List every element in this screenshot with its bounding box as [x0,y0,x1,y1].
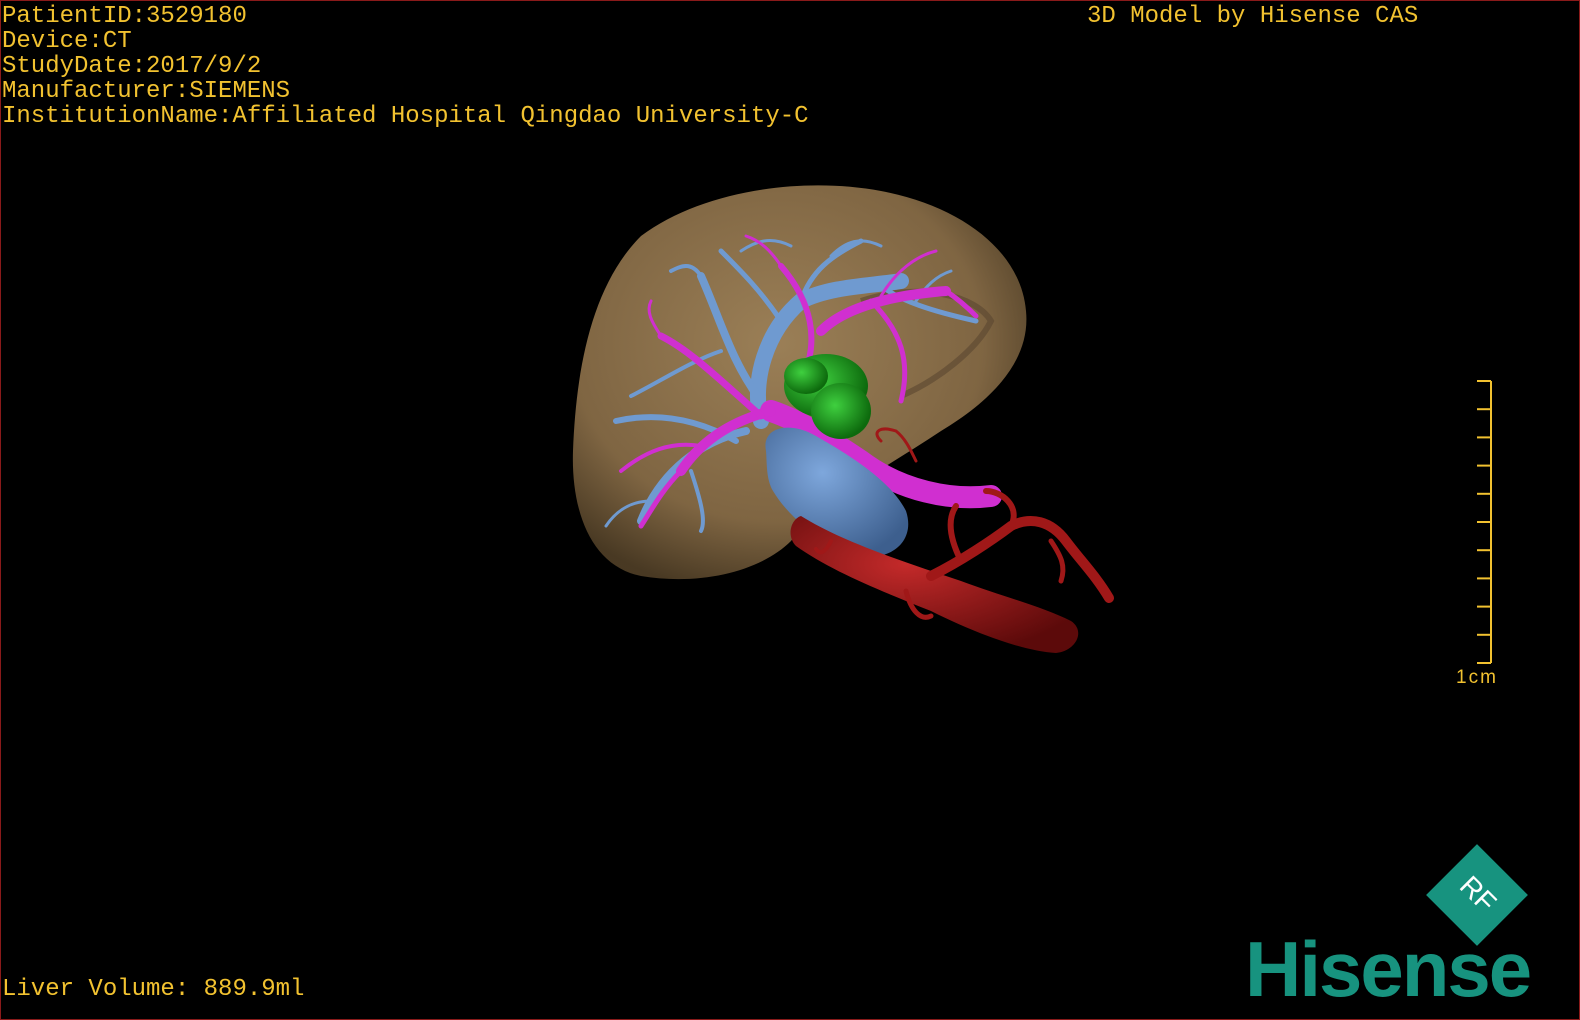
scale-bar [1477,380,1492,664]
model-credit: 3D Model by Hisense CAS [1087,3,1419,30]
institution-name: InstitutionName:Affiliated Hospital Qing… [2,103,809,130]
patient-id: PatientID:3529180 [2,3,247,30]
scale-label: 1cm [1456,667,1498,688]
aorta [790,516,1079,653]
device: Device:CT [2,28,132,55]
patient-info-panel: PatientID:3529180 Device:CT StudyDate:2017… [2,4,809,129]
3d-liver-model[interactable] [1,1,1579,1019]
liver-volume: Liver Volume: 889.9ml [2,976,305,1003]
brand-logo: Hisense [1245,925,1532,1013]
manufacturer: Manufacturer:SIEMENS [2,78,291,105]
study-date: StudyDate:2017/9/2 [2,53,262,80]
3d-viewport[interactable]: PatientID:3529180 Device:CT StudyDate:2017… [0,0,1580,1020]
